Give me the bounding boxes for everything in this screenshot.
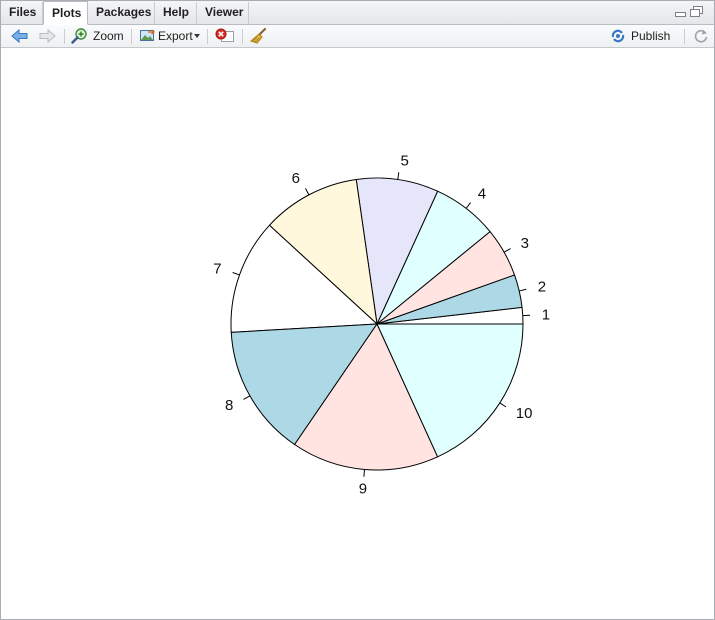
pie-label-2: 2 <box>538 279 546 296</box>
pie-label-7: 7 <box>213 261 221 278</box>
plots-pane: Files Plots Packages Help Viewer Zoom Ex… <box>0 0 715 620</box>
forward-button[interactable] <box>38 27 56 45</box>
pie-tick-4 <box>465 202 472 209</box>
pie-tick-6 <box>305 188 310 196</box>
pie-chart: 1 2 3 4 5 6 7 8 9 10 <box>213 153 550 498</box>
remove-plot-button[interactable] <box>215 27 235 45</box>
zoom-button[interactable]: Zoom <box>71 27 125 45</box>
publish-icon <box>611 29 625 43</box>
tab-help[interactable]: Help <box>155 2 197 24</box>
pane-tab-bar: Files Plots Packages Help Viewer <box>1 1 714 25</box>
tab-files[interactable]: Files <box>1 2 43 24</box>
toolbar-separator <box>64 29 65 44</box>
export-image-icon <box>140 29 156 41</box>
toolbar-separator <box>684 29 685 44</box>
clear-all-button[interactable] <box>250 27 268 45</box>
export-label: Export <box>158 29 193 43</box>
toolbar-separator <box>242 29 243 44</box>
pie-label-6: 6 <box>292 170 300 187</box>
toolbar-separator <box>131 29 132 44</box>
pie-label-3: 3 <box>521 235 529 252</box>
pie-label-4: 4 <box>478 185 486 202</box>
pie-tick-5 <box>397 172 400 180</box>
remove-plot-icon <box>215 28 234 42</box>
export-menu[interactable]: Export <box>139 27 201 45</box>
arrow-right-icon <box>39 28 56 44</box>
pie-tick-3 <box>503 248 511 253</box>
pie-label-8: 8 <box>225 397 233 414</box>
plots-toolbar: Zoom Export Publish <box>1 25 714 48</box>
arrow-left-icon <box>11 28 28 44</box>
pie-tick-10 <box>499 402 507 408</box>
caret-down-icon <box>194 34 200 38</box>
tab-viewer[interactable]: Viewer <box>197 2 249 24</box>
toolbar-separator <box>207 29 208 44</box>
zoom-icon <box>71 28 87 44</box>
pie-tick-9 <box>363 469 366 477</box>
pie-label-10: 10 <box>516 405 533 422</box>
maximize-icon[interactable] <box>690 6 703 18</box>
tab-packages[interactable]: Packages <box>88 2 155 24</box>
window-buttons <box>674 6 706 20</box>
refresh-icon <box>694 29 708 43</box>
publish-label: Publish <box>631 29 671 43</box>
pie-tick-2 <box>519 288 527 292</box>
pie-label-9: 9 <box>359 480 367 497</box>
plot-area: 1 2 3 4 5 6 7 8 9 10 <box>1 48 714 619</box>
tab-plots[interactable]: Plots <box>43 1 88 25</box>
refresh-button[interactable] <box>693 27 709 45</box>
pie-label-1: 1 <box>542 307 550 324</box>
broom-icon <box>250 28 266 44</box>
back-button[interactable] <box>11 27 29 45</box>
pie-tick-7 <box>232 272 240 276</box>
minimize-icon[interactable] <box>674 6 687 18</box>
pie-tick-8 <box>243 395 251 400</box>
pie-label-5: 5 <box>400 153 408 170</box>
zoom-label: Zoom <box>93 29 124 43</box>
publish-button[interactable]: Publish <box>610 27 672 45</box>
